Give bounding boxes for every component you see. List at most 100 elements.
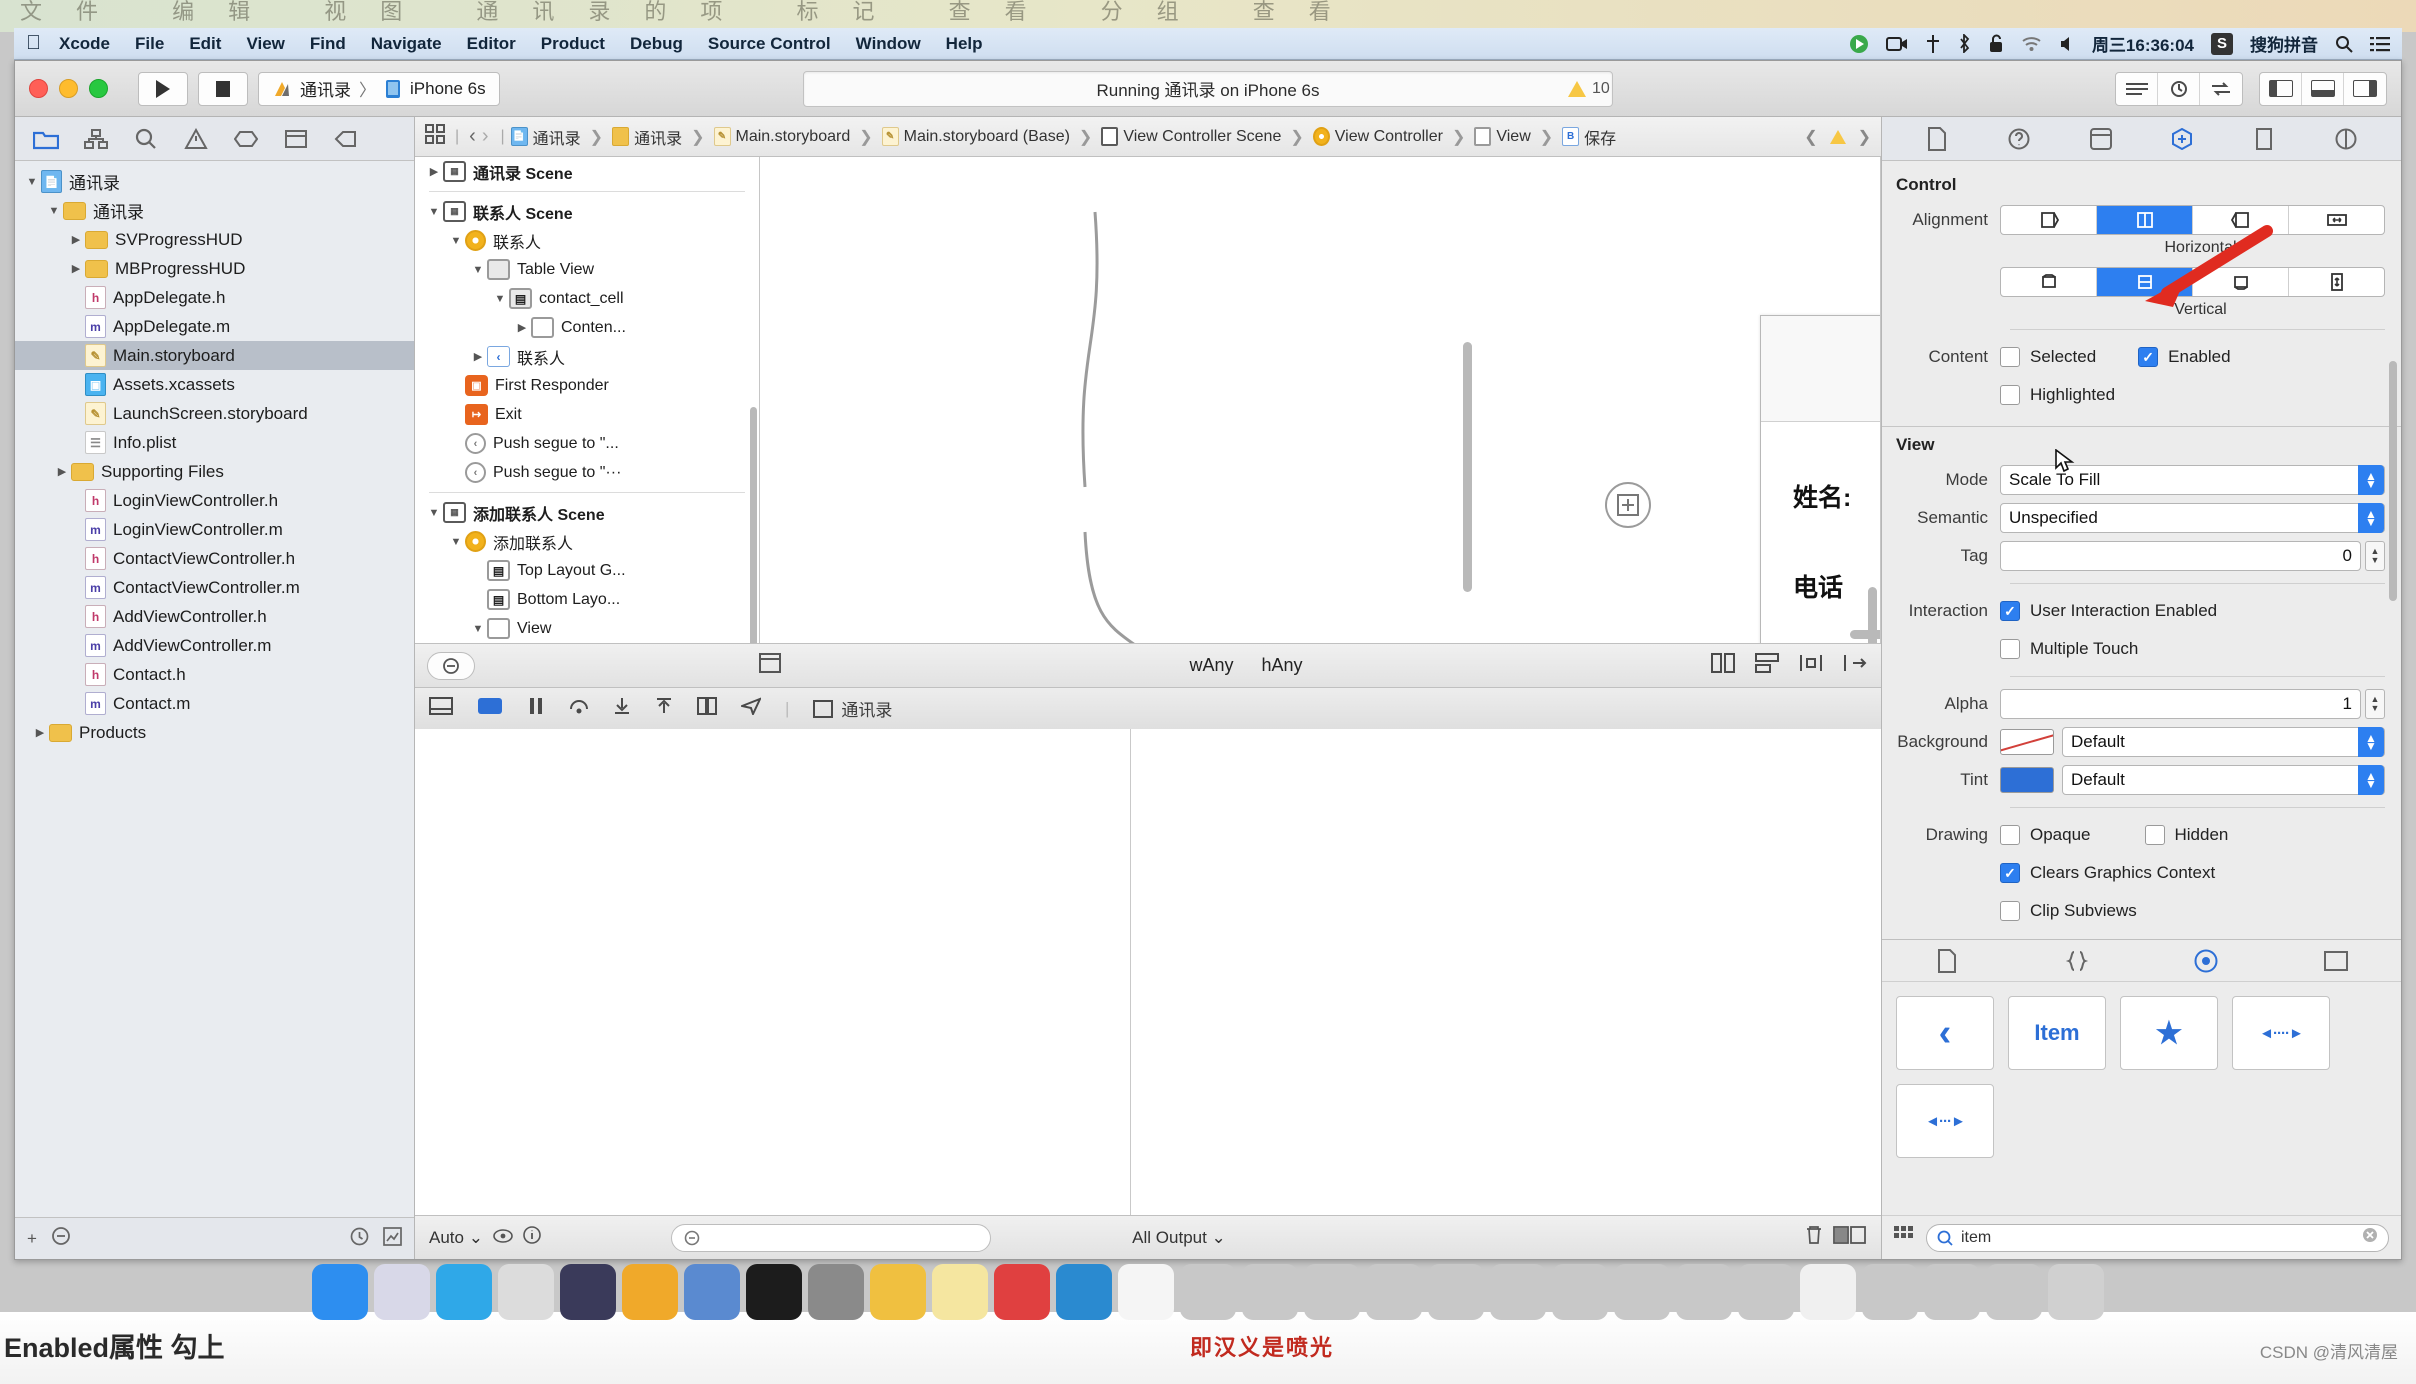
menu-item-xcode[interactable]: Xcode <box>59 34 110 54</box>
navigator-tab-breakpoints[interactable] <box>221 121 271 157</box>
canvas-vertical-scrollbar[interactable] <box>1868 587 1877 643</box>
issue-next-icon[interactable]: ❯ <box>1858 127 1871 147</box>
twisty[interactable]: ▼ <box>469 623 487 635</box>
outline-row-17[interactable]: ▼ View <box>415 614 759 643</box>
breadcrumb-item-6[interactable]: View <box>1474 127 1531 146</box>
editor-mode-segment[interactable] <box>2115 71 2243 106</box>
dock-icon-help[interactable] <box>994 1264 1050 1320</box>
dock-icon-notes[interactable] <box>932 1264 988 1320</box>
nav-row-14[interactable]: m ContactViewController.m <box>15 573 414 602</box>
dock-icon-sim8[interactable] <box>1614 1264 1670 1320</box>
device-preview-icon[interactable] <box>759 653 781 678</box>
clip-subviews-checkbox[interactable] <box>2000 901 2020 921</box>
outline-row-13[interactable]: ▼ ▦ 添加联系人 Scene <box>415 498 759 527</box>
nav-row-1[interactable]: ▼ 通讯录 <box>15 196 414 225</box>
related-files-icon[interactable] <box>425 124 445 149</box>
add-file-button[interactable]: + <box>27 1229 37 1249</box>
location-simulate-icon[interactable] <box>738 697 762 720</box>
twisty[interactable]: ▼ <box>491 293 509 305</box>
console-output[interactable] <box>1131 729 1881 1215</box>
align-vertical-fill-button[interactable] <box>2289 268 2384 296</box>
breadcrumb-item-2[interactable]: ✎ Main.storyboard <box>713 127 850 146</box>
outline-row-4[interactable]: ▼ Table View <box>415 255 759 284</box>
menu-item-navigate[interactable]: Navigate <box>371 34 442 54</box>
debug-view-hierarchy-icon[interactable] <box>477 697 503 720</box>
warning-indicator[interactable]: 10 <box>1568 80 1610 98</box>
volume-icon[interactable] <box>2059 36 2075 52</box>
apple-logo-icon[interactable]:  <box>26 32 41 55</box>
library-item-flexible-space-2[interactable]: ◄···► <box>1896 1084 1994 1158</box>
info-icon[interactable] <box>523 1226 541 1249</box>
toggle-debug-area-button[interactable] <box>2302 72 2344 105</box>
outline-scrollbar[interactable] <box>750 407 757 643</box>
menubar-clock[interactable]: 周三16:36:04 <box>2092 31 2194 56</box>
minimize-button[interactable] <box>59 79 78 98</box>
toggle-navigator-button[interactable] <box>2260 72 2302 105</box>
tag-input[interactable]: 0 <box>2000 541 2361 571</box>
nav-row-7[interactable]: ▣ Assets.xcassets <box>15 370 414 399</box>
breadcrumb-item-5[interactable]: View Controller <box>1312 127 1443 146</box>
canvas-scrollbar-left[interactable] <box>1463 342 1472 592</box>
panel-toggle-segment[interactable] <box>2259 71 2387 106</box>
twisty[interactable]: ▶ <box>425 165 443 178</box>
dock-icon-xcode-b[interactable] <box>684 1264 740 1320</box>
library-item-grid[interactable]: ‹ Item ★ ◄····► ◄···► <box>1882 982 2401 1215</box>
selected-checkbox[interactable] <box>2000 347 2020 367</box>
attributes-inspector[interactable]: Control Alignment Horizontal Vertical Co… <box>1882 161 2401 939</box>
nav-row-8[interactable]: ✎ LaunchScreen.storyboard <box>15 399 414 428</box>
menu-item-window[interactable]: Window <box>856 34 921 54</box>
dock-icon-quicktime[interactable] <box>560 1264 616 1320</box>
zoom-control[interactable] <box>427 651 475 680</box>
menu-item-editor[interactable]: Editor <box>467 34 516 54</box>
twisty[interactable]: ▼ <box>469 264 487 276</box>
clears-graphics-checkbox[interactable]: ✓ <box>2000 863 2020 883</box>
assistant-editor-button[interactable] <box>2158 72 2200 105</box>
dock-icon-chrome[interactable] <box>1118 1264 1174 1320</box>
outline-row-2[interactable]: ▼ ▦ 联系人 Scene <box>415 197 759 226</box>
multiple-touch-checkbox[interactable] <box>2000 639 2020 659</box>
nav-row-10[interactable]: ▶ Supporting Files <box>15 457 414 486</box>
user-interaction-checkbox[interactable]: ✓ <box>2000 601 2020 621</box>
resolve-issues-icon[interactable] <box>1843 653 1869 678</box>
nav-row-5[interactable]: m AppDelegate.m <box>15 312 414 341</box>
inspector-tab-identity[interactable] <box>2078 122 2124 156</box>
background-popup[interactable]: Default ▲ ▼ <box>2062 727 2385 757</box>
dock-icon-sim11[interactable] <box>1862 1264 1918 1320</box>
bluetooth-icon[interactable] <box>1958 34 1971 53</box>
inspector-tab-size[interactable] <box>2241 122 2287 156</box>
dock-icon-xcode-a[interactable] <box>622 1264 678 1320</box>
outline-row-8[interactable]: ▣ First Responder <box>415 371 759 400</box>
project-file-list[interactable]: ▼ 📄 通讯录 ▼ 通讯录 ▶ SVProgressHUD ▶ MBProgressHUD… <box>15 161 414 1217</box>
nav-row-13[interactable]: h ContactViewController.h <box>15 544 414 573</box>
library-item-flexible-space[interactable]: ◄····► <box>2232 996 2330 1070</box>
dock-icon-sim12[interactable] <box>1924 1264 1980 1320</box>
pause-icon[interactable] <box>527 697 545 720</box>
navigator-tab-tags[interactable] <box>321 121 371 157</box>
search-icon[interactable] <box>2335 35 2353 53</box>
nav-row-main-storyboard[interactable]: ✎ Main.storyboard <box>15 341 414 370</box>
stack-icon[interactable] <box>1711 653 1735 678</box>
dock-icon-sim5[interactable] <box>1428 1264 1484 1320</box>
standard-editor-button[interactable] <box>2116 72 2158 105</box>
screen-record-icon[interactable] <box>1849 34 1869 54</box>
close-button[interactable] <box>29 79 48 98</box>
menu-item-help[interactable]: Help <box>946 34 983 54</box>
dock-icon-settings[interactable] <box>808 1264 864 1320</box>
stop-button[interactable] <box>198 71 248 106</box>
dock-icon-sim10[interactable] <box>1738 1264 1794 1320</box>
navigator-tab-issues[interactable] <box>171 121 221 157</box>
outline-row-11[interactable]: ‹ Push segue to "··· <box>415 458 759 487</box>
filter-icon[interactable] <box>51 1226 71 1251</box>
dock-icon-sim9[interactable] <box>1676 1264 1732 1320</box>
lock-icon[interactable] <box>1988 34 2004 53</box>
outline-row-0[interactable]: ▶ ▦ 通讯录 Scene <box>415 157 759 186</box>
outline-row-16[interactable]: ▤ Bottom Layo... <box>415 585 759 614</box>
nav-row-18[interactable]: m Contact.m <box>15 689 414 718</box>
inspector-tab-quick-help[interactable] <box>1996 122 2042 156</box>
hide-debug-area-icon[interactable] <box>429 697 453 720</box>
recent-icon[interactable] <box>350 1227 369 1251</box>
library-tab-code-snippet[interactable] <box>2054 944 2100 978</box>
tag-stepper[interactable]: ▲ ▼ <box>2365 541 2385 571</box>
nav-row-17[interactable]: h Contact.h <box>15 660 414 689</box>
navigator-tab-project[interactable] <box>21 121 71 157</box>
